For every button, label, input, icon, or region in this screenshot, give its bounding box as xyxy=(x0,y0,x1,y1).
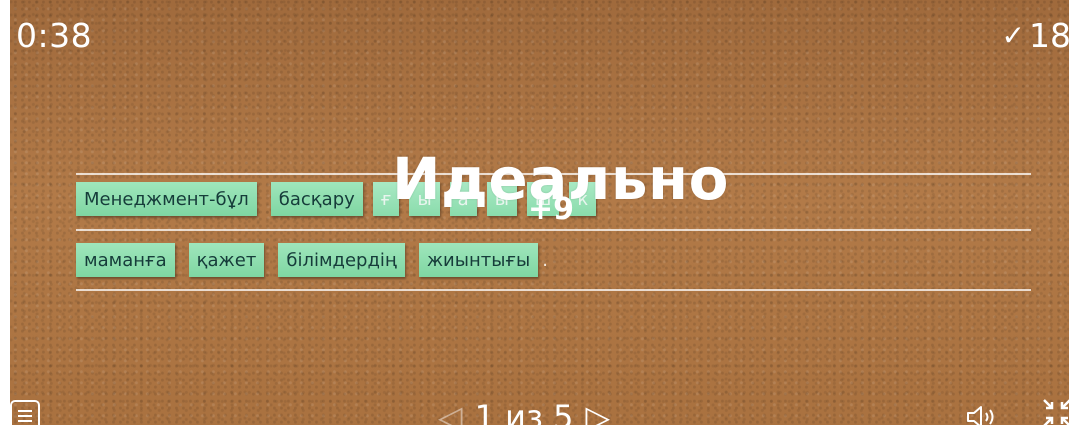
score-counter: ✓ 18 xyxy=(1002,16,1071,55)
speaker-icon[interactable] xyxy=(965,405,999,429)
word-chip[interactable]: қажет xyxy=(188,243,265,277)
corkboard-game-screen: 0:38 ✓ 18 Менеджмент-бұл басқару ғ ы а ы… xyxy=(0,0,1079,433)
right-edge xyxy=(1069,0,1079,433)
word-chip[interactable]: жиынтығы xyxy=(418,243,539,277)
word-chip[interactable]: маманға xyxy=(76,243,175,277)
left-edge xyxy=(0,0,10,433)
check-icon: ✓ xyxy=(1001,18,1025,52)
answer-line-2 xyxy=(76,229,1031,231)
word-chip[interactable]: басқару xyxy=(270,182,363,216)
timer: 0:38 xyxy=(16,16,93,55)
sentence-end-period: . xyxy=(542,249,548,271)
menu-button[interactable] xyxy=(10,400,40,430)
score-value: 18 xyxy=(1029,16,1071,55)
points-earned: +9 xyxy=(528,192,575,227)
answer-line-3 xyxy=(76,289,1031,291)
collapse-icon[interactable] xyxy=(1040,398,1074,428)
slide-pager: ◁ 1 из 5 ▷ xyxy=(438,398,610,433)
sentence-row-2: маманға қажет білімдердің жиынтығы . xyxy=(76,243,548,277)
previous-button[interactable]: ◁ xyxy=(438,398,463,433)
next-button[interactable]: ▷ xyxy=(585,398,610,433)
word-chip[interactable]: білімдердің xyxy=(278,243,405,277)
word-chip[interactable]: Менеджмент-бұл xyxy=(76,182,257,216)
slide-position: 1 из 5 xyxy=(474,398,574,433)
